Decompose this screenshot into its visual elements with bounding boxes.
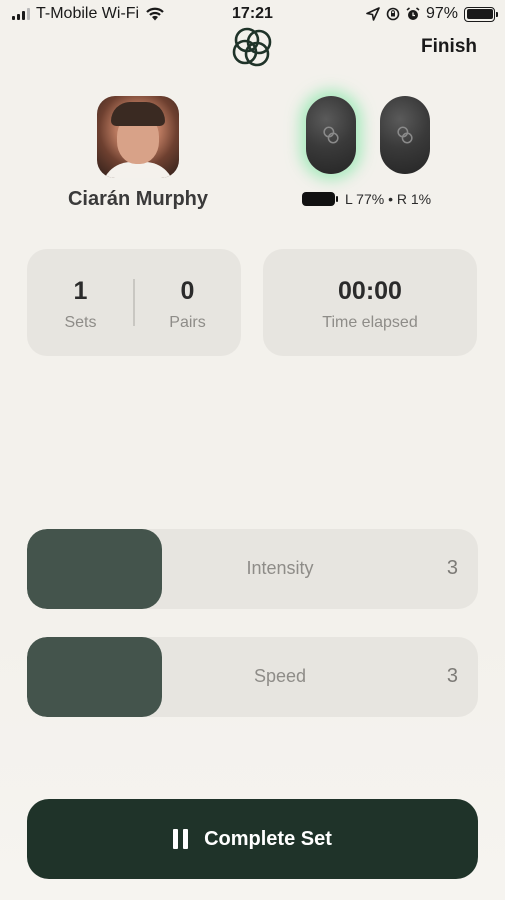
intensity-slider[interactable]: Intensity 3 (27, 529, 478, 609)
earbud-battery-status: L 77% • R 1% (302, 191, 431, 207)
speed-label: Speed (253, 666, 307, 686)
intensity-label: Intensity (246, 558, 314, 578)
alarm-icon (406, 7, 420, 20)
user-name: Ciarán Murphy (67, 188, 209, 210)
avatar (97, 96, 179, 178)
pause-icon (173, 829, 189, 849)
intensity-fill[interactable] (27, 529, 162, 609)
pairs-value: 0 (180, 277, 195, 305)
finish-button[interactable]: Finish (421, 36, 477, 58)
pairs-stat: 0 Pairs (134, 277, 241, 332)
complete-set-label: Complete Set (204, 827, 332, 850)
location-icon (366, 7, 380, 21)
complete-set-button[interactable]: Complete Set (27, 799, 478, 879)
sets-label: Sets (64, 314, 97, 331)
time-stat: 00:00 Time elapsed (263, 277, 477, 332)
battery-percent: 97% (425, 5, 458, 22)
earbud-logo-icon (323, 126, 339, 144)
earbud-logo-icon (397, 126, 413, 144)
speed-value: 3 (446, 665, 458, 687)
pairs-label: Pairs (169, 314, 206, 331)
intensity-value: 3 (446, 557, 458, 579)
battery-icon (464, 6, 498, 22)
left-earbud[interactable] (306, 96, 356, 174)
right-earbud[interactable] (380, 96, 430, 174)
sets-stat: 1 Sets (27, 277, 134, 332)
alarm-lock-icon (386, 7, 400, 21)
earbud-battery-text: L 77% • R 1% (345, 191, 432, 207)
sets-pairs-card: 1 Sets 0 Pairs (27, 249, 241, 356)
logo-icon (232, 27, 272, 67)
speed-fill[interactable] (27, 637, 162, 717)
speed-slider[interactable]: Speed 3 (27, 637, 478, 717)
earbud-battery-icon (302, 192, 338, 206)
status-right: 97% (366, 5, 498, 23)
time-value: 00:00 (338, 277, 402, 305)
time-label: Time elapsed (322, 314, 418, 331)
time-elapsed-card: 00:00 Time elapsed (263, 249, 477, 356)
sets-value: 1 (73, 277, 88, 305)
